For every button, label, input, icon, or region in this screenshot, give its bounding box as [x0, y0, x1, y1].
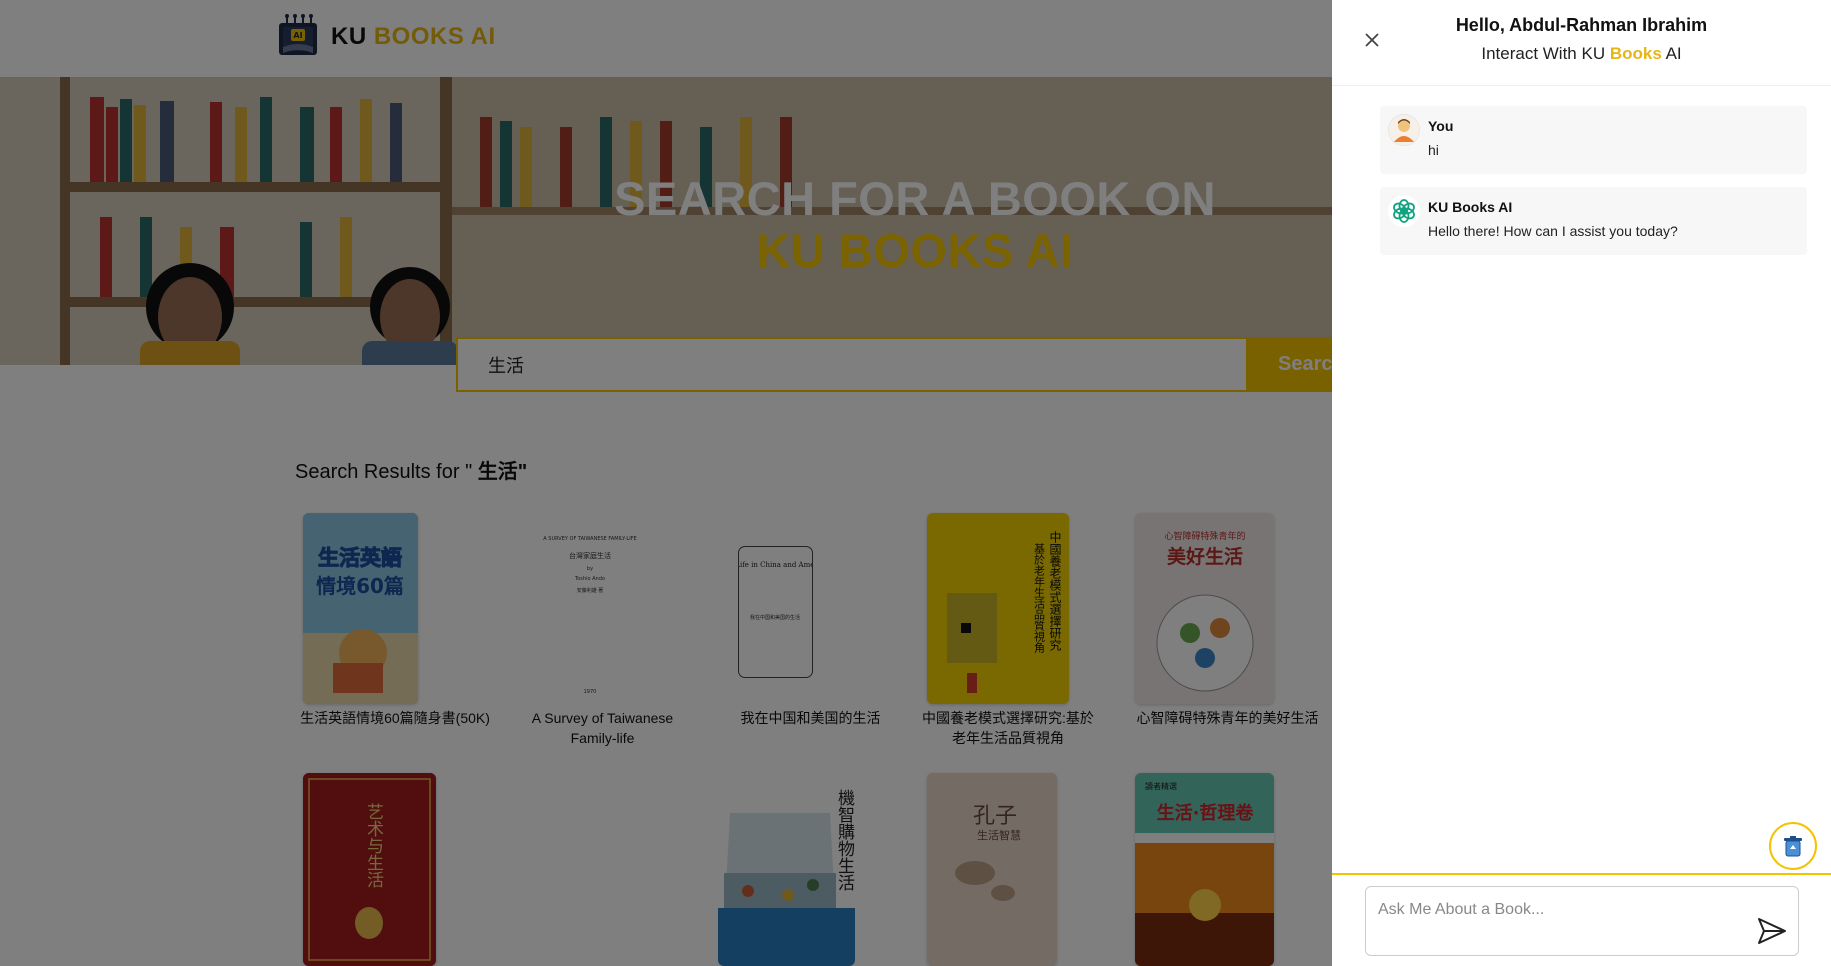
- page: AI KU BOOKS AI: [0, 0, 1831, 966]
- user-avatar-icon: [1388, 114, 1420, 146]
- openai-logo-icon: [1388, 195, 1420, 227]
- message-text: hi: [1428, 142, 1439, 158]
- chat-message: KU Books AI Hello there! How can I assis…: [1380, 187, 1807, 255]
- chat-subtitle-suffix: AI: [1661, 44, 1682, 63]
- message-sender: KU Books AI: [1428, 199, 1513, 215]
- chat-subtitle-prefix: Interact With KU: [1481, 44, 1610, 63]
- send-icon[interactable]: [1757, 917, 1787, 945]
- chat-subtitle: Interact With KU Books AI: [1332, 44, 1831, 64]
- chat-greeting: Hello, Abdul-Rahman Ibrahim: [1455, 15, 1708, 35]
- clear-chat-button[interactable]: [1769, 822, 1817, 870]
- chat-subtitle-books: Books: [1609, 44, 1662, 63]
- chat-input[interactable]: Ask Me About a Book...: [1365, 886, 1799, 956]
- message-text: Hello there! How can I assist you today?: [1428, 223, 1678, 239]
- chat-message: You hi: [1380, 106, 1807, 174]
- chat-header-divider: [1332, 85, 1831, 86]
- modal-backdrop[interactable]: [0, 0, 1332, 966]
- message-sender: You: [1428, 118, 1454, 134]
- input-divider: [1332, 873, 1831, 875]
- chat-drawer: Hello, Abdul-Rahman Ibrahim Interact Wit…: [1332, 0, 1831, 966]
- recycle-bin-icon: [1784, 836, 1802, 857]
